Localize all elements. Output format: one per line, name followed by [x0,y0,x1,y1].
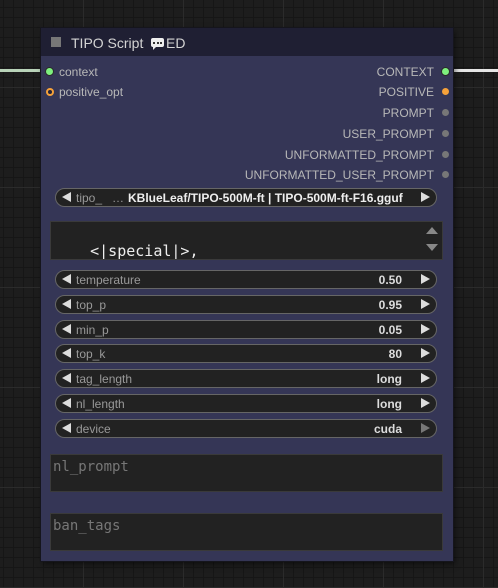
slot-dot[interactable] [46,88,54,96]
scroll-down-icon[interactable] [426,244,438,251]
widget-name: tipo_… [76,191,125,205]
placeholder-text: nl_prompt [53,459,129,475]
slot-label: PROMPT [382,106,434,120]
placeholder-text: ban_tags [53,518,121,534]
slot-label: context [59,65,98,79]
output-slot-positive[interactable]: POSITIVE [379,85,449,99]
link-wire-left [0,69,44,72]
slot-label: positive_opt [59,85,124,99]
node-title-bar[interactable]: TIPO Script ED [41,28,453,56]
widget-temperature[interactable]: temperature 0.50 [55,270,437,289]
increment-arrow-icon[interactable] [421,423,430,433]
widget-nl-length[interactable]: nl_length long [55,394,437,413]
widget-value: long [376,372,402,386]
widget-value: long [376,397,402,411]
scroll-up-icon[interactable] [426,227,438,234]
widget-value: 80 [388,347,402,361]
slot-dot[interactable] [46,68,53,75]
widget-top-p[interactable]: top_p 0.95 [55,295,437,314]
increment-arrow-icon[interactable] [421,324,430,334]
output-slot-unformatted-prompt[interactable]: UNFORMATTED_PROMPT [285,148,449,162]
badge-label: ED [166,35,186,51]
chat-icon [151,38,164,50]
widget-min-p[interactable]: min_p 0.05 [55,320,437,339]
prompt-text: <|special|>, <|characters|>, <|copyright… [90,242,199,260]
slot-label: CONTEXT [376,65,434,79]
decrement-arrow-icon[interactable] [62,423,71,433]
widget-name: device [76,422,111,436]
decrement-arrow-icon[interactable] [62,398,71,408]
model-selector[interactable]: tipo_… KBlueLeaf/TIPO-500M-ft | TIPO-500… [55,188,437,207]
link-wire-right [451,69,498,72]
widget-name: top_k [76,347,106,361]
collapse-toggle[interactable] [51,37,61,47]
slot-dot[interactable] [442,68,449,75]
tipo-script-node[interactable]: TIPO Script ED context positive_opt CONT… [41,28,453,561]
slot-dot[interactable] [442,130,449,137]
widget-value: KBlueLeaf/TIPO-500M-ft | TIPO-500M-ft-F1… [128,191,403,205]
slot-dot[interactable] [442,88,449,95]
slot-label: USER_PROMPT [342,127,434,141]
nl-prompt-textarea[interactable]: nl_prompt [50,454,443,492]
widget-name: min_p [76,323,109,337]
slot-label: UNFORMATTED_USER_PROMPT [244,168,434,182]
decrement-arrow-icon[interactable] [62,299,71,309]
input-slot-context[interactable]: context [46,65,166,79]
slot-dot[interactable] [442,151,449,158]
slot-dot[interactable] [442,171,449,178]
input-slot-positive-opt[interactable]: positive_opt [46,85,166,99]
widget-name: nl_length [76,397,125,411]
node-title: TIPO Script [71,35,144,51]
increment-arrow-icon[interactable] [421,398,430,408]
ban-tags-textarea[interactable]: ban_tags [50,513,443,551]
widget-device[interactable]: device cuda [55,419,437,438]
output-slot-user-prompt[interactable]: USER_PROMPT [343,127,449,141]
output-slot-context[interactable]: CONTEXT [377,65,449,79]
slot-label: POSITIVE [378,85,434,99]
widget-name: tag_length [76,372,133,386]
widget-name: top_p [76,298,107,312]
slot-label: UNFORMATTED_PROMPT [284,148,434,162]
output-slot-prompt[interactable]: PROMPT [383,106,449,120]
decrement-arrow-icon[interactable] [62,274,71,284]
widget-value: cuda [373,422,402,436]
widget-value: 0.95 [378,298,402,312]
widget-tag-length[interactable]: tag_length long [55,369,437,388]
node-badge: ED [151,35,185,51]
slot-dot[interactable] [442,109,449,116]
next-arrow-icon[interactable] [421,192,430,202]
widget-value: 0.50 [378,273,402,287]
widget-name: temperature [76,273,141,287]
output-slot-unformatted-user-prompt[interactable]: UNFORMATTED_USER_PROMPT [245,168,449,182]
prev-arrow-icon[interactable] [62,192,71,202]
increment-arrow-icon[interactable] [421,274,430,284]
increment-arrow-icon[interactable] [421,348,430,358]
decrement-arrow-icon[interactable] [62,373,71,383]
decrement-arrow-icon[interactable] [62,348,71,358]
increment-arrow-icon[interactable] [421,373,430,383]
decrement-arrow-icon[interactable] [62,324,71,334]
prompt-textarea[interactable]: <|special|>, <|characters|>, <|copyright… [50,221,443,260]
increment-arrow-icon[interactable] [421,299,430,309]
widget-value: 0.05 [378,323,402,337]
widget-top-k[interactable]: top_k 80 [55,344,437,363]
